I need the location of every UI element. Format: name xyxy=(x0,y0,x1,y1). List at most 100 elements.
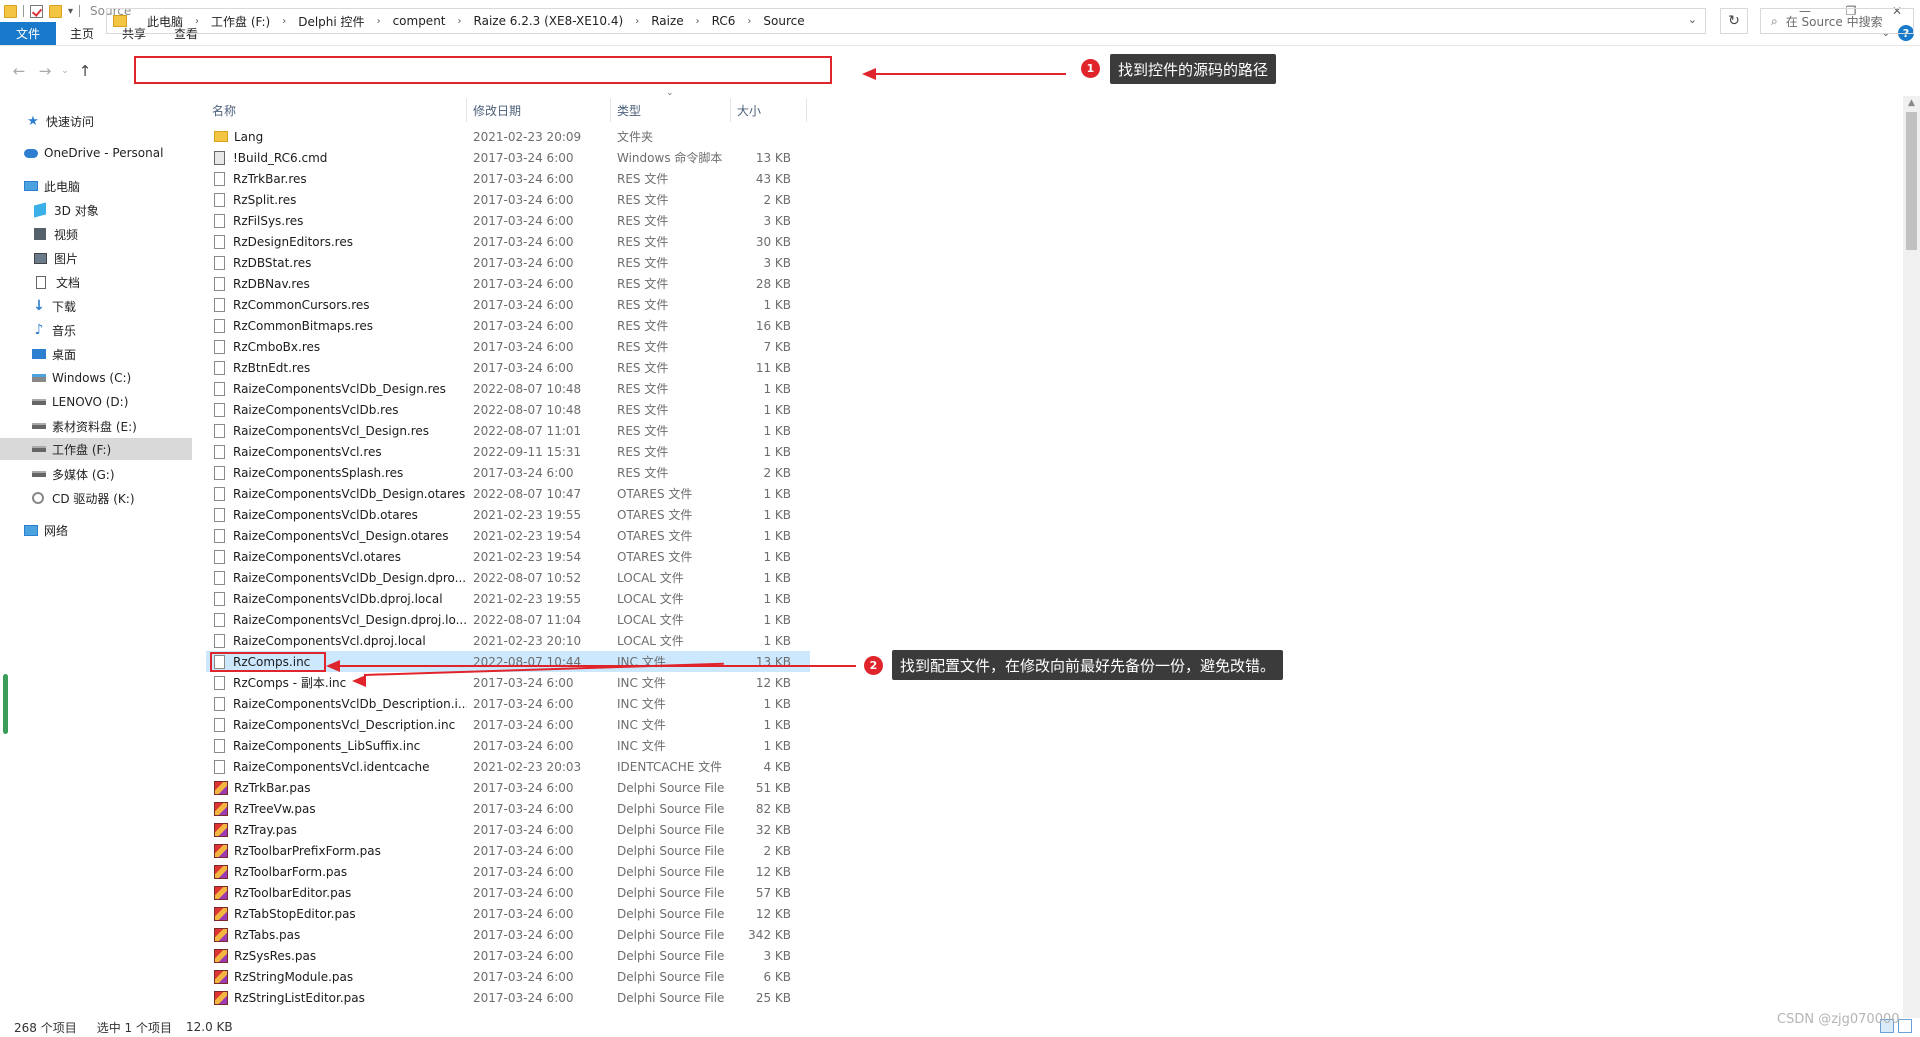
nav-drive-c[interactable]: Windows (C:) xyxy=(0,367,192,389)
file-row[interactable]: RzDBStat.res 2017-03-24 6:00 RES 文件 3 KB xyxy=(206,252,810,273)
file-row[interactable]: RzTabStopEditor.pas 2017-03-24 6:00 Delphi… xyxy=(206,903,810,924)
search-input[interactable]: ⌕ 在 Source 中搜索 xyxy=(1760,8,1914,34)
file-row[interactable]: RaizeComponentsVcl.dproj.local 2021-02-23… xyxy=(206,630,810,651)
nav-quick-access[interactable]: ★ 快速访问 xyxy=(0,110,192,132)
file-row[interactable]: RaizeComponentsVclDb_Description.i... 201… xyxy=(206,693,810,714)
nav-pictures[interactable]: 图片 xyxy=(0,247,192,269)
address-bar[interactable]: 此电脑 › 工作盘 (F:) › Delphi 控件 › compent › R… xyxy=(106,8,1706,34)
column-header-date[interactable]: 修改日期 xyxy=(467,98,611,122)
scrollbar-thumb[interactable] xyxy=(1906,112,1917,250)
file-row[interactable]: RaizeComponentsVclDb.dproj.local 2021-02-… xyxy=(206,588,810,609)
breadcrumb-separator[interactable]: › xyxy=(688,16,708,27)
nav-label: LENOVO (D:) xyxy=(52,395,129,409)
file-row[interactable]: RzComps - 副本.inc 2017-03-24 6:00 INC 文件 12 … xyxy=(206,672,810,693)
file-row[interactable]: RaizeComponentsVcl.otares 2021-02-23 19:5… xyxy=(206,546,810,567)
breadcrumb-separator[interactable]: › xyxy=(274,16,294,27)
nav-documents[interactable]: 文档 xyxy=(0,271,192,293)
nav-drive-e[interactable]: 素材资料盘 (E:) xyxy=(0,415,192,437)
nav-videos[interactable]: 视频 xyxy=(0,223,192,245)
nav-onedrive[interactable]: OneDrive - Personal xyxy=(0,142,192,164)
refresh-button[interactable]: ↻ xyxy=(1720,8,1748,34)
download-icon: ↓ xyxy=(33,298,45,314)
file-name: Lang xyxy=(234,129,264,144)
file-row[interactable]: RzStringModule.pas 2017-03-24 6:00 Delphi … xyxy=(206,966,810,987)
breadcrumb-this-pc[interactable]: 此电脑 xyxy=(143,13,187,30)
file-row[interactable]: RzSplit.res 2017-03-24 6:00 RES 文件 2 KB xyxy=(206,189,810,210)
file-row[interactable]: RzStringListEditor.pas 2017-03-24 6:00 Del… xyxy=(206,987,810,1008)
file-row[interactable]: RzTreeVw.pas 2017-03-24 6:00 Delphi Source… xyxy=(206,798,810,819)
column-header-size[interactable]: 大小 xyxy=(731,98,807,122)
back-button[interactable]: ← xyxy=(6,58,32,84)
nav-music[interactable]: ♪ 音乐 xyxy=(0,319,192,341)
new-folder-icon[interactable] xyxy=(49,4,62,18)
address-dropdown-icon[interactable]: ⌄ xyxy=(1688,13,1697,26)
file-row[interactable]: RzTrkBar.pas 2017-03-24 6:00 Delphi Source… xyxy=(206,777,810,798)
file-row[interactable]: RzSysRes.pas 2017-03-24 6:00 Delphi Source… xyxy=(206,945,810,966)
file-row[interactable]: RaizeComponents_LibSuffix.inc 2017-03-24 … xyxy=(206,735,810,756)
nav-drive-f[interactable]: 工作盘 (F:) xyxy=(0,438,192,460)
nav-downloads[interactable]: ↓ 下载 xyxy=(0,295,192,317)
large-icons-view-icon[interactable] xyxy=(1898,1019,1912,1033)
file-row[interactable]: RzCmboBx.res 2017-03-24 6:00 RES 文件 7 KB xyxy=(206,336,810,357)
recent-locations-button[interactable]: ⌄ xyxy=(58,58,72,84)
file-row[interactable]: RaizeComponentsVcl.res 2022-09-11 15:31 RE… xyxy=(206,441,810,462)
breadcrumb-raize-version[interactable]: Raize 6.2.3 (XE8-XE10.4) xyxy=(470,14,628,28)
document-icon xyxy=(36,275,46,289)
file-row[interactable]: RzToolbarPrefixForm.pas 2017-03-24 6:00 De… xyxy=(206,840,810,861)
file-row[interactable]: RaizeComponentsVclDb_Design.dpro... 2022-… xyxy=(206,567,810,588)
file-row[interactable]: RaizeComponentsSplash.res 2017-03-24 6:00… xyxy=(206,462,810,483)
breadcrumb-raize[interactable]: Raize xyxy=(647,14,687,28)
properties-icon[interactable] xyxy=(30,4,43,18)
tab-home[interactable]: 主页 xyxy=(56,22,108,45)
file-row[interactable]: RzToolbarEditor.pas 2017-03-24 6:00 Delphi… xyxy=(206,882,810,903)
breadcrumb-drive-f[interactable]: 工作盘 (F:) xyxy=(207,13,274,30)
column-header-name[interactable]: 名称 xyxy=(206,98,467,122)
column-header-type[interactable]: 类型 xyxy=(611,98,731,122)
file-row[interactable]: RaizeComponentsVcl.identcache 2021-02-23 … xyxy=(206,756,810,777)
file-row[interactable]: RaizeComponentsVclDb_Design.otares 2022-0… xyxy=(206,483,810,504)
file-row[interactable]: RaizeComponentsVcl_Design.otares 2021-02-… xyxy=(206,525,810,546)
breadcrumb-separator[interactable]: › xyxy=(739,16,759,27)
file-row[interactable]: RzBtnEdt.res 2017-03-24 6:00 RES 文件 11 KB xyxy=(206,357,810,378)
nav-drive-d[interactable]: LENOVO (D:) xyxy=(0,391,192,413)
nav-scroll-indicator[interactable] xyxy=(3,674,8,734)
file-row[interactable]: RzToolbarForm.pas 2017-03-24 6:00 Delphi S… xyxy=(206,861,810,882)
nav-network[interactable]: 网络 xyxy=(0,519,192,541)
file-row[interactable]: RaizeComponentsVclDb_Design.res 2022-08-0… xyxy=(206,378,810,399)
breadcrumb-compent[interactable]: compent xyxy=(389,14,450,28)
file-row[interactable]: RzTray.pas 2017-03-24 6:00 Delphi Source F… xyxy=(206,819,810,840)
breadcrumb-separator[interactable]: › xyxy=(627,16,647,27)
breadcrumb-delphi[interactable]: Delphi 控件 xyxy=(294,13,368,30)
nav-label: 3D 对象 xyxy=(54,203,99,218)
file-row[interactable]: RaizeComponentsVcl_Design.res 2022-08-07 … xyxy=(206,420,810,441)
file-name: !Build_RC6.cmd xyxy=(233,150,328,165)
nav-desktop[interactable]: 桌面 xyxy=(0,343,192,365)
file-row[interactable]: RzTabs.pas 2017-03-24 6:00 Delphi Source F… xyxy=(206,924,810,945)
nav-this-pc[interactable]: 此电脑 xyxy=(0,175,192,197)
file-row[interactable]: RaizeComponentsVclDb.otares 2021-02-23 19… xyxy=(206,504,810,525)
nav-3d-objects[interactable]: 3D 对象 xyxy=(0,199,192,221)
forward-button[interactable]: → xyxy=(32,58,58,84)
nav-drive-g[interactable]: 多媒体 (G:) xyxy=(0,463,192,485)
scroll-up-icon[interactable]: ▲ xyxy=(1903,96,1920,110)
breadcrumb-separator[interactable]: › xyxy=(450,16,470,27)
file-row[interactable]: RzDesignEditors.res 2017-03-24 6:00 RES 文件… xyxy=(206,231,810,252)
file-row[interactable]: RzFilSys.res 2017-03-24 6:00 RES 文件 3 KB xyxy=(206,210,810,231)
file-row[interactable]: RaizeComponentsVcl_Design.dproj.lo... 202… xyxy=(206,609,810,630)
breadcrumb-separator[interactable]: › xyxy=(369,16,389,27)
file-row[interactable]: RzDBNav.res 2017-03-24 6:00 RES 文件 28 KB xyxy=(206,273,810,294)
tab-file[interactable]: 文件 xyxy=(0,22,56,45)
file-row[interactable]: RzTrkBar.res 2017-03-24 6:00 RES 文件 43 KB xyxy=(206,168,810,189)
file-row[interactable]: !Build_RC6.cmd 2017-03-24 6:00 Windows 命令脚… xyxy=(206,147,810,168)
breadcrumb-separator[interactable]: › xyxy=(187,16,207,27)
up-button[interactable]: ↑ xyxy=(72,58,98,84)
breadcrumb-rc6[interactable]: RC6 xyxy=(708,14,740,28)
file-row[interactable]: RaizeComponentsVclDb.res 2022-08-07 10:48… xyxy=(206,399,810,420)
file-row[interactable]: RzCommonCursors.res 2017-03-24 6:00 RES 文件… xyxy=(206,294,810,315)
nav-drive-k[interactable]: CD 驱动器 (K:) xyxy=(0,487,192,509)
breadcrumb-source[interactable]: Source xyxy=(759,14,808,28)
file-row[interactable]: RaizeComponentsVcl_Description.inc 2017-0… xyxy=(206,714,810,735)
file-row[interactable]: RzCommonBitmaps.res 2017-03-24 6:00 RES 文件… xyxy=(206,315,810,336)
file-row[interactable]: Lang 2021-02-23 20:09 文件夹 xyxy=(206,126,810,147)
customize-toolbar-icon[interactable]: ▾ xyxy=(68,6,73,17)
